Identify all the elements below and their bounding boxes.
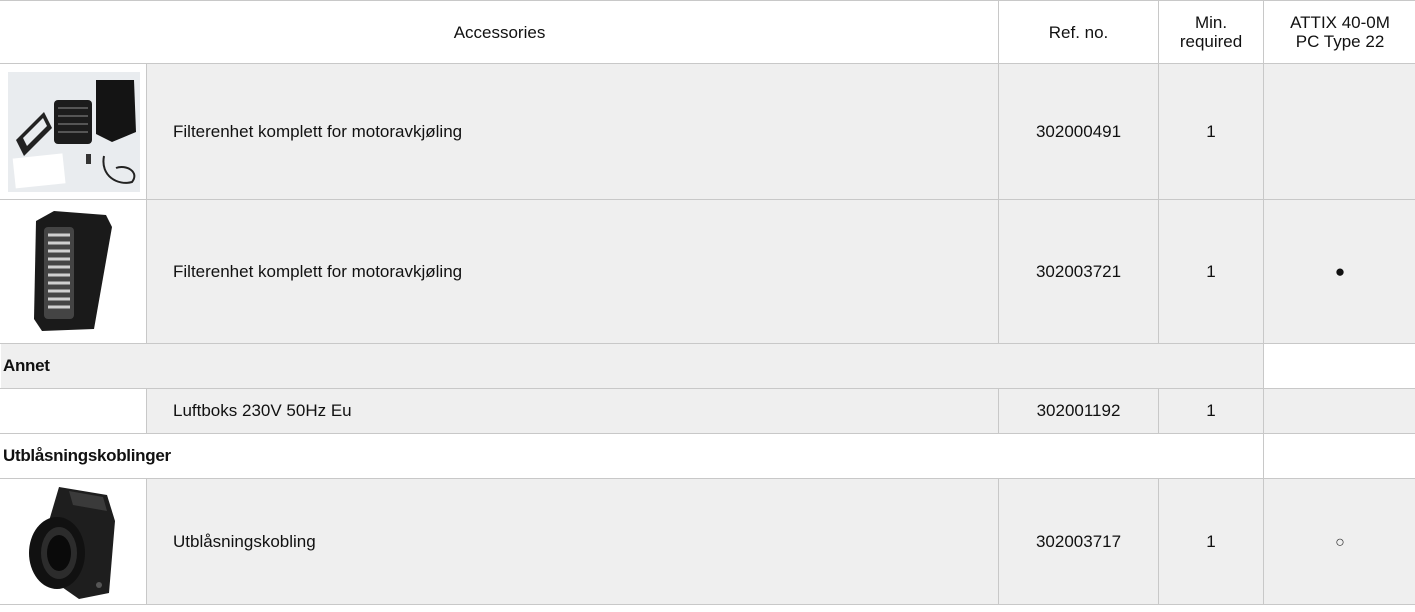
availability-optional-marker: ○ <box>1335 533 1345 551</box>
header-min-required-line1: Min. <box>1194 13 1228 32</box>
product-description: Utblåsningskobling <box>145 478 1000 605</box>
exhaust-coupling-icon <box>1 481 146 603</box>
table-row: Filterenhet komplett for motoravkjøling … <box>0 199 1415 344</box>
header-model-line2: PC Type 22 <box>1295 32 1385 51</box>
table-row: Luftboks 230V 50Hz Eu 302001192 1 <box>0 388 1415 434</box>
table-row: Utblåsningskobling 302003717 1 ○ <box>0 478 1415 605</box>
product-image-cell <box>0 199 147 344</box>
category-row: Annet <box>0 343 1415 389</box>
category-label: Annet <box>0 343 1265 389</box>
product-min-required: 1 <box>1158 199 1265 344</box>
header-ref-no: Ref. no. <box>998 0 1160 64</box>
product-ref-no: 302000491 <box>998 63 1160 200</box>
product-availability <box>1263 63 1415 200</box>
category-label: Utblåsningskoblinger <box>0 433 1265 479</box>
filter-kit-parts-icon <box>1 71 146 192</box>
product-ref-no: 302003717 <box>998 478 1160 605</box>
product-ref-no: 302003721 <box>998 199 1160 344</box>
product-description: Luftboks 230V 50Hz Eu <box>145 388 1000 434</box>
header-accessories: Accessories <box>0 0 1000 64</box>
header-model: ATTIX 40-0M PC Type 22 <box>1263 0 1415 64</box>
table-row: Filterenhet komplett for motoravkjøling … <box>0 63 1415 200</box>
product-availability <box>1263 388 1415 434</box>
header-model-line1: ATTIX 40-0M <box>1290 13 1390 32</box>
product-availability: ● <box>1263 199 1415 344</box>
header-min-required: Min. required <box>1158 0 1265 64</box>
product-min-required: 1 <box>1158 63 1265 200</box>
availability-standard-marker: ● <box>1334 261 1346 281</box>
product-description: Filterenhet komplett for motoravkjøling <box>145 63 1000 200</box>
filter-cover-icon <box>1 207 146 337</box>
category-row: Utblåsningskoblinger <box>0 433 1415 479</box>
product-availability: ○ <box>1263 478 1415 605</box>
product-image-cell <box>0 63 147 200</box>
accessories-table: Accessories Ref. no. Min. required ATTIX … <box>0 0 1415 605</box>
product-description: Filterenhet komplett for motoravkjøling <box>145 199 1000 344</box>
product-ref-no: 302001192 <box>998 388 1160 434</box>
header-min-required-line2: required <box>1179 32 1243 51</box>
product-min-required: 1 <box>1158 388 1265 434</box>
category-empty-cell <box>1263 433 1415 479</box>
product-image-cell <box>0 478 147 605</box>
product-min-required: 1 <box>1158 478 1265 605</box>
table-header-row: Accessories Ref. no. Min. required ATTIX … <box>0 0 1415 64</box>
product-image-cell <box>0 388 147 434</box>
category-empty-cell <box>1263 343 1415 389</box>
